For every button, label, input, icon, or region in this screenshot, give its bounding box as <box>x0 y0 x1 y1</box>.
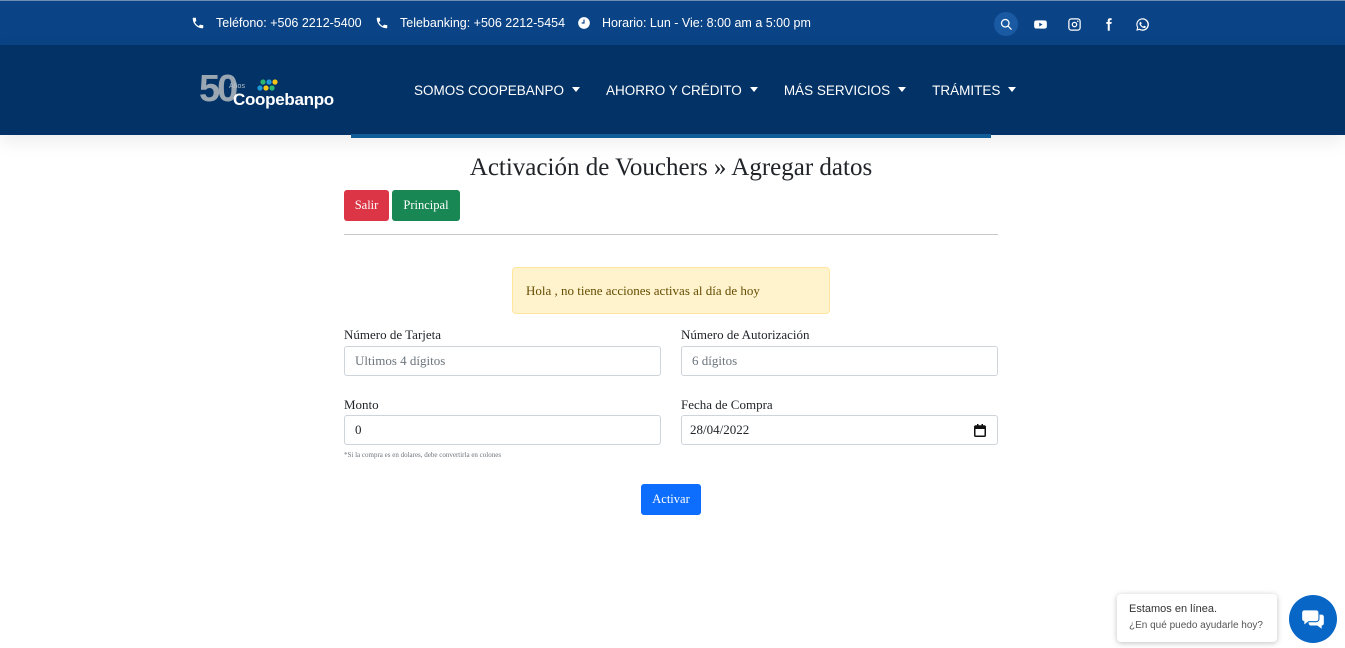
phone-icon <box>376 17 388 29</box>
amount-value: 0 <box>355 422 362 437</box>
phone-text: Teléfono: +506 2212-5400 <box>216 16 362 30</box>
authorization-number-label: Número de Autorización <box>681 327 810 342</box>
menu-tramites[interactable]: TRÁMITES <box>932 82 1017 98</box>
purchase-date-input[interactable]: 28/04/2022 <box>681 415 998 445</box>
card-number-label: Número de Tarjeta <box>344 327 442 342</box>
logo-brand: Coopebanpo <box>233 90 334 109</box>
menu-label: SOMOS COOPEBANPO <box>414 82 565 98</box>
instagram-icon[interactable] <box>1062 12 1086 36</box>
menu-label: TRÁMITES <box>932 82 1001 98</box>
nav-accent-line <box>351 134 991 138</box>
chat-status-text: Estamos en línea. <box>1129 603 1218 615</box>
card-number-placeholder: Ultimos 4 dígitos <box>355 353 446 368</box>
whatsapp-icon[interactable] <box>1130 12 1154 36</box>
caret-down-icon <box>1008 86 1017 92</box>
purchase-date-value: 28/04/2022 <box>690 422 750 437</box>
hours-info: Horario: Lun - Vie: 8:00 am a 5:00 pm <box>577 1 811 45</box>
caret-down-icon <box>749 86 758 92</box>
chat-greeting-bubble[interactable]: Estamos en línea. ¿En qué puedo ayudarle… <box>1117 594 1277 642</box>
card-number-input[interactable]: Ultimos 4 dígitos <box>344 346 661 376</box>
telebanking-text: Telebanking: +506 2212-5454 <box>400 16 566 30</box>
clock-icon <box>578 17 590 29</box>
phone-icon <box>192 17 204 29</box>
purchase-date-label: Fecha de Compra <box>681 397 773 412</box>
menu-somos-coopebanpo[interactable]: SOMOS COOPEBANPO <box>414 82 581 98</box>
amount-input[interactable]: 0 <box>344 415 661 445</box>
menu-ahorro-credito[interactable]: AHORRO Y CRÉDITO <box>606 83 758 98</box>
warning-alert: Hola , no tiene acciones activas al día … <box>512 267 830 314</box>
logo-years: Años <box>229 83 245 90</box>
salir-button[interactable]: Salir <box>344 190 389 221</box>
phone-contact[interactable]: Teléfono: +506 2212-5400 <box>191 1 362 45</box>
menu-label: AHORRO Y CRÉDITO <box>606 82 742 98</box>
alert-text: Hola , no tiene acciones activas al día … <box>526 282 760 298</box>
chat-icon <box>1302 610 1324 629</box>
calendar-icon[interactable] <box>974 424 986 437</box>
currency-note: *Si la compra es en dolares, debe conver… <box>344 451 502 459</box>
activar-button[interactable]: Activar <box>641 484 701 515</box>
divider <box>344 234 998 235</box>
coopebanpo-logo[interactable]: 50 Años Coopebanpo <box>199 67 334 115</box>
main-menu: SOMOS COOPEBANPO AHORRO Y CRÉDITO MÁS SE… <box>414 45 1042 135</box>
caret-down-icon <box>572 86 581 92</box>
hours-text: Horario: Lun - Vie: 8:00 am a 5:00 pm <box>602 16 811 30</box>
chat-prompt-text: ¿En qué puedo ayudarle hoy? <box>1129 620 1263 631</box>
search-icon[interactable] <box>994 12 1018 36</box>
menu-label: MÁS SERVICIOS <box>783 82 891 98</box>
telebanking-contact[interactable]: Telebanking: +506 2212-5454 <box>375 1 565 45</box>
caret-down-icon <box>898 86 907 92</box>
main-navbar: 50 Años Coopebanpo SOMOS COOPEBANPO AHOR… <box>0 45 1345 135</box>
principal-button[interactable]: Principal <box>392 190 460 221</box>
authorization-placeholder: 6 dígitos <box>692 353 738 368</box>
authorization-number-input[interactable]: 6 dígitos <box>681 346 998 376</box>
page-title: Activación de Vouchers » Agregar datos <box>469 154 873 181</box>
menu-mas-servicios[interactable]: MÁS SERVICIOS <box>783 82 907 98</box>
social-links <box>994 12 1164 36</box>
youtube-icon[interactable] <box>1028 12 1052 36</box>
chat-launcher-button[interactable] <box>1289 595 1337 643</box>
facebook-icon[interactable] <box>1096 12 1120 36</box>
amount-label: Monto <box>344 397 379 412</box>
top-contact-bar: Teléfono: +506 2212-5400 Telebanking: +5… <box>0 0 1345 45</box>
